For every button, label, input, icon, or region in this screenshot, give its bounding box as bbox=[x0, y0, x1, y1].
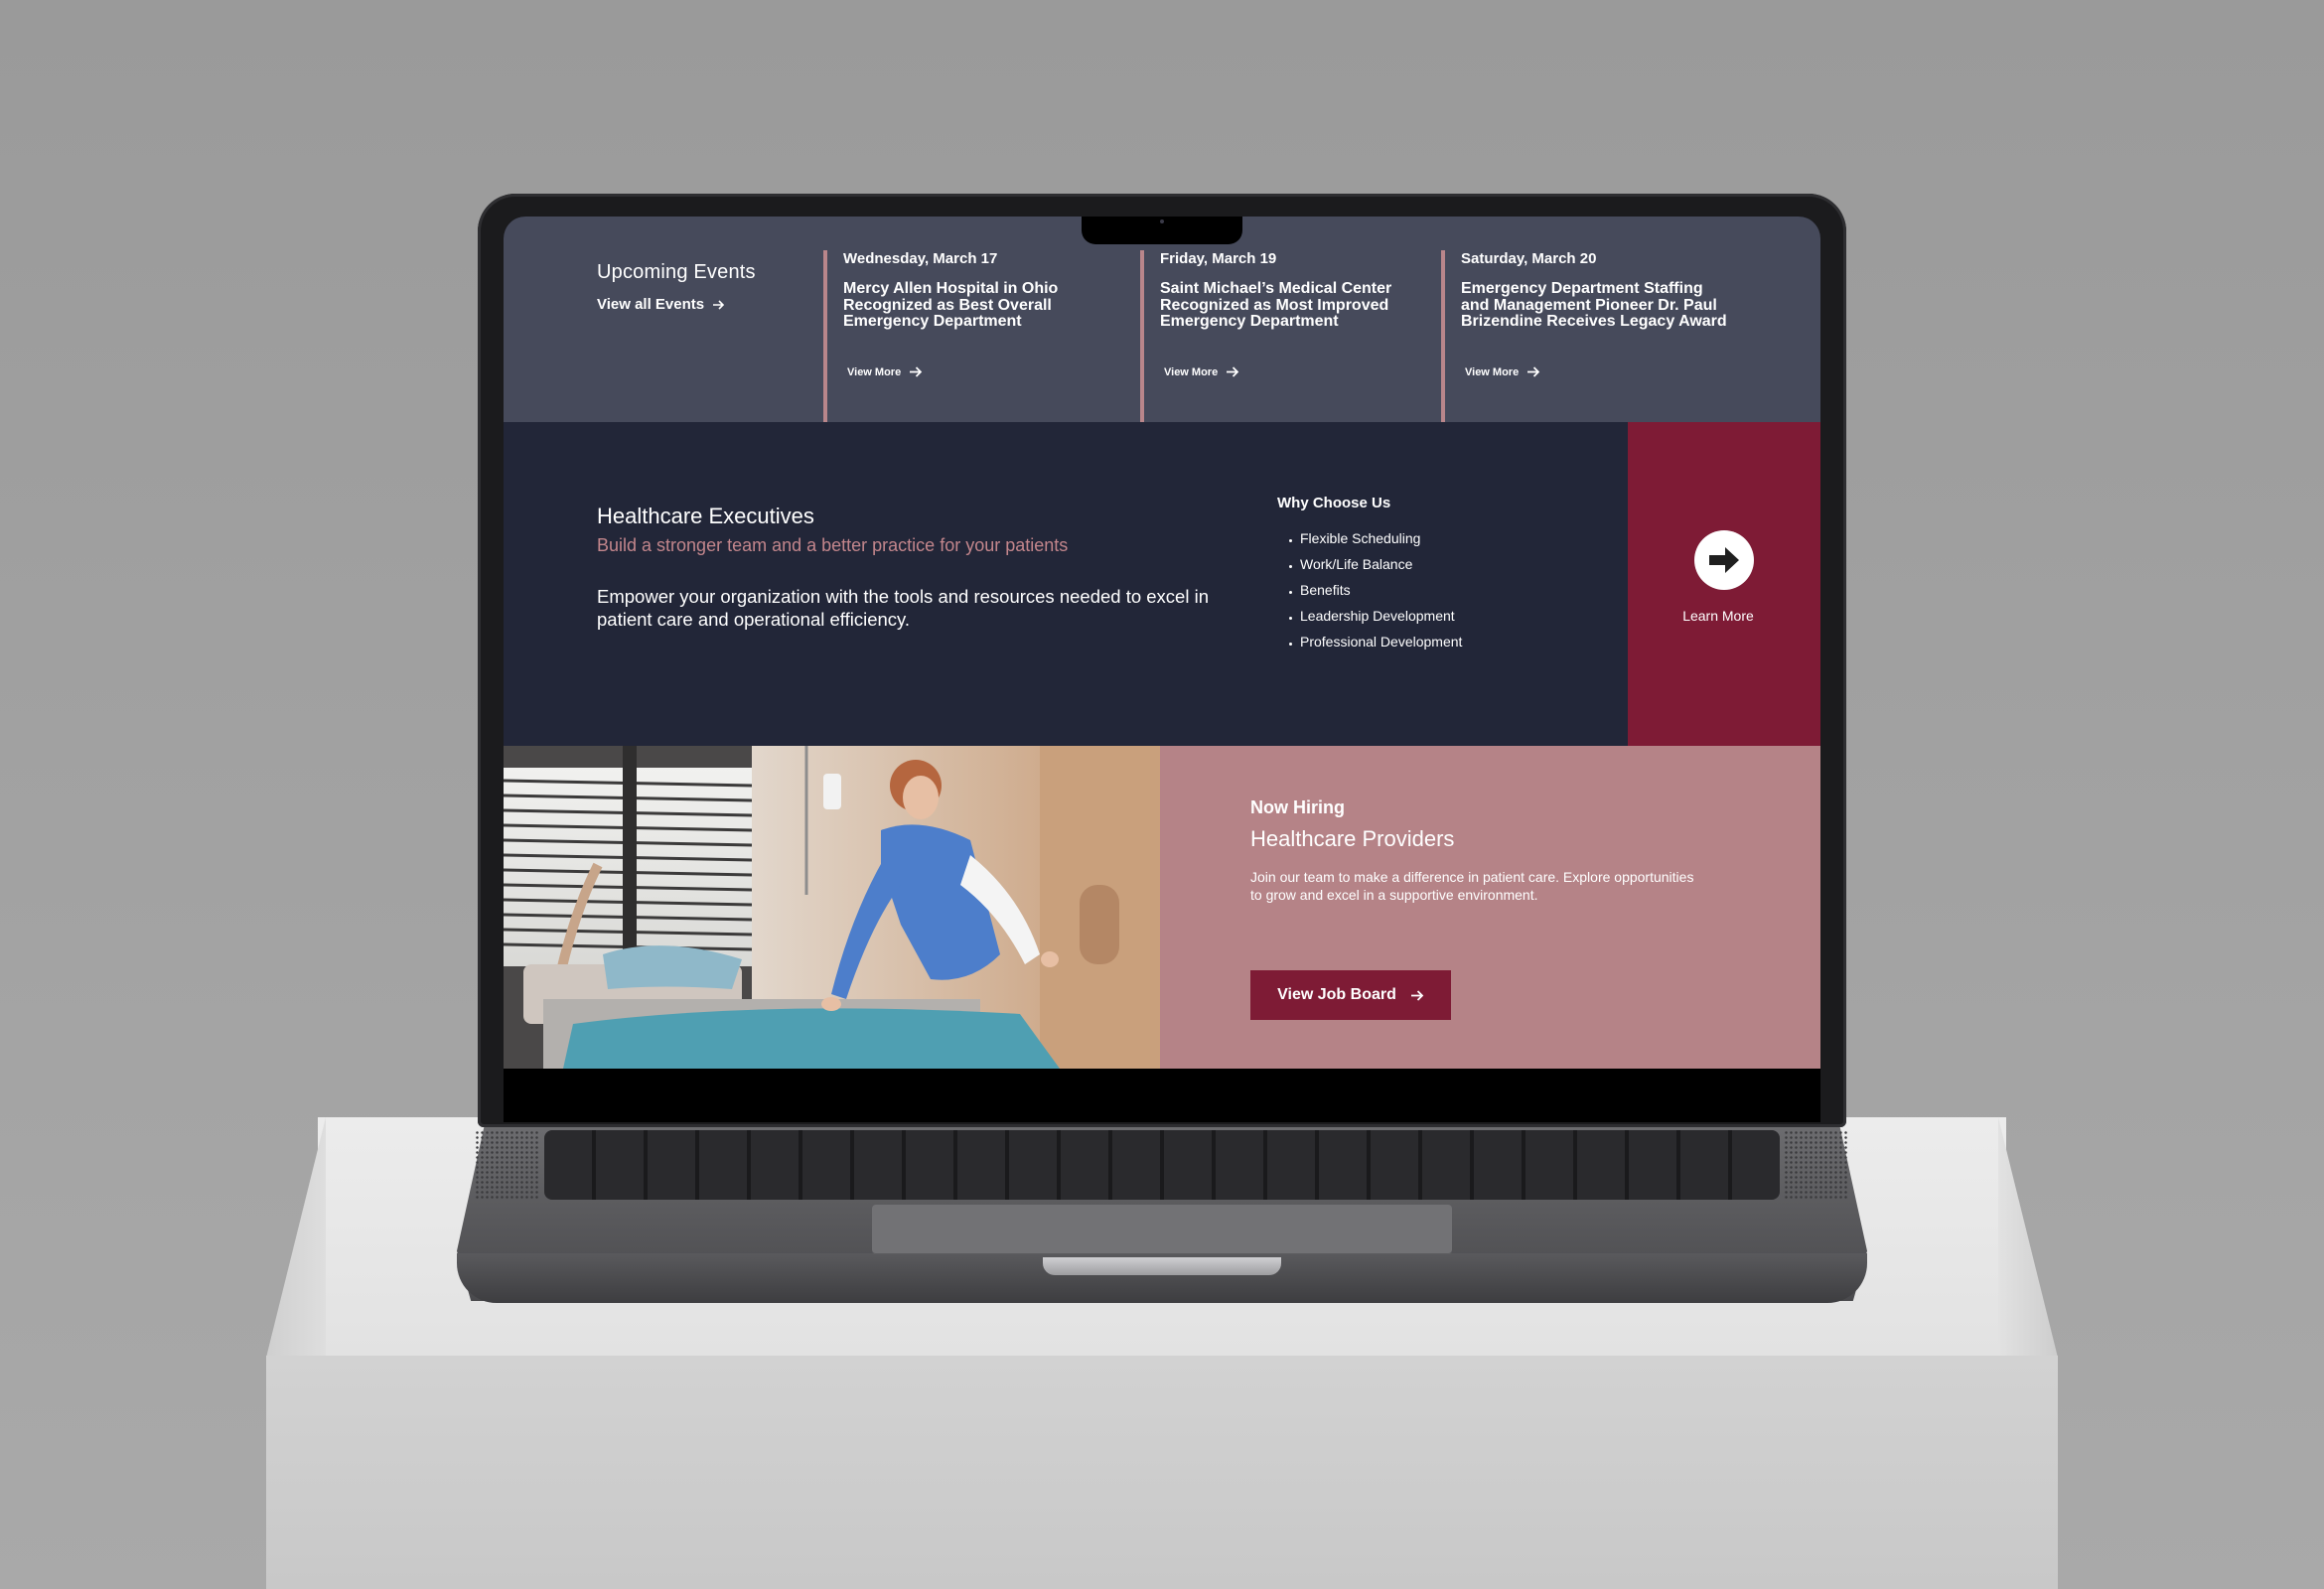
arrow-right-icon bbox=[910, 366, 923, 377]
keyboard bbox=[544, 1130, 1780, 1200]
events-heading: Upcoming Events bbox=[597, 261, 756, 283]
event-view-more-label: View More bbox=[1164, 365, 1219, 378]
section-title: Healthcare Executives bbox=[597, 504, 814, 528]
why-choose-us-title: Why Choose Us bbox=[1277, 495, 1391, 511]
list-item: Benefits bbox=[1277, 577, 1462, 603]
laptop-screen: Upcoming Events View all Events Wednesda… bbox=[504, 217, 1820, 1069]
healthcare-executives-section: Healthcare Executives Build a stronger t… bbox=[504, 422, 1628, 746]
upcoming-events-bar: Upcoming Events View all Events Wednesda… bbox=[504, 217, 1820, 422]
event-view-more-link[interactable]: View More bbox=[1465, 365, 1540, 378]
now-hiring-section: Now Hiring Healthcare Providers Join our… bbox=[1160, 746, 1820, 1069]
section-body: Empower your organization with the tools… bbox=[597, 586, 1209, 630]
event-view-more-label: View More bbox=[847, 365, 902, 378]
event-title: Saint Michael’s Medical Center Recognize… bbox=[1160, 280, 1392, 330]
view-all-events-label: View all Events bbox=[597, 296, 705, 313]
event-date: Wednesday, March 17 bbox=[843, 250, 998, 267]
speaker-grille bbox=[1784, 1130, 1849, 1200]
arrow-right-icon bbox=[1410, 989, 1424, 1001]
learn-more-panel[interactable]: Learn More bbox=[1628, 422, 1820, 746]
event-title: Mercy Allen Hospital in Ohio Recognized … bbox=[843, 280, 1059, 330]
nurse-photo bbox=[504, 746, 1160, 1069]
event-view-more-label: View More bbox=[1465, 365, 1520, 378]
arrow-right-icon bbox=[1527, 366, 1540, 377]
why-choose-us-list: Flexible Scheduling Work/Life Balance Be… bbox=[1277, 525, 1462, 654]
view-job-board-label: View Job Board bbox=[1277, 986, 1396, 1003]
camera-icon bbox=[1160, 219, 1164, 223]
hiring-title: Healthcare Providers bbox=[1250, 826, 1455, 851]
screen-bezel-bottom bbox=[504, 1069, 1820, 1122]
nurse-illustration bbox=[504, 746, 1160, 1069]
event-view-more-link[interactable]: View More bbox=[1164, 365, 1239, 378]
circle-arrow-icon bbox=[1709, 547, 1739, 573]
list-item: Leadership Development bbox=[1277, 603, 1462, 629]
learn-more-label: Learn More bbox=[1682, 608, 1754, 624]
event-date: Friday, March 19 bbox=[1160, 250, 1277, 267]
section-subtitle: Build a stronger team and a better pract… bbox=[597, 535, 1069, 555]
view-all-events-link[interactable]: View all Events bbox=[597, 296, 725, 313]
list-item: Flexible Scheduling bbox=[1277, 525, 1462, 551]
event-card[interactable]: Friday, March 19 Saint Michael’s Medical… bbox=[1140, 250, 1428, 422]
pedestal-side bbox=[1998, 1117, 2058, 1358]
trackpad bbox=[872, 1205, 1452, 1254]
laptop-front-notch bbox=[1043, 1257, 1281, 1275]
learn-more-button[interactable] bbox=[1694, 530, 1754, 590]
view-job-board-button[interactable]: View Job Board bbox=[1250, 970, 1451, 1020]
event-date: Saturday, March 20 bbox=[1461, 250, 1597, 267]
hiring-body: Join our team to make a difference in pa… bbox=[1250, 869, 1694, 903]
arrow-right-icon bbox=[1227, 366, 1239, 377]
event-card[interactable]: Wednesday, March 17 Mercy Allen Hospital… bbox=[823, 250, 1111, 422]
pedestal-front bbox=[266, 1356, 2058, 1589]
speaker-grille bbox=[475, 1130, 540, 1200]
website: Upcoming Events View all Events Wednesda… bbox=[504, 217, 1820, 1069]
list-item: Work/Life Balance bbox=[1277, 551, 1462, 577]
event-card[interactable]: Saturday, March 20 Emergency Department … bbox=[1441, 250, 1729, 422]
event-title: Emergency Department Staffing and Manage… bbox=[1461, 280, 1727, 330]
arrow-right-icon bbox=[713, 299, 725, 310]
pedestal-side bbox=[266, 1117, 326, 1358]
list-item: Professional Development bbox=[1277, 629, 1462, 654]
hiring-kicker: Now Hiring bbox=[1250, 797, 1345, 817]
event-view-more-link[interactable]: View More bbox=[847, 365, 923, 378]
